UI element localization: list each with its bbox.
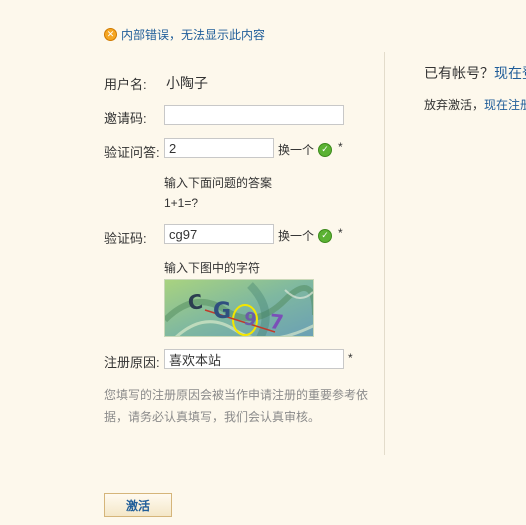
register-link[interactable]: 现在注册 xyxy=(484,98,526,112)
captcha-required-mark: * xyxy=(338,226,343,240)
svg-text:G: G xyxy=(213,299,231,324)
error-message: ✕ 内部错误，无法显示此内容 xyxy=(104,26,265,42)
username-value: 小陶子 xyxy=(166,75,208,91)
question-answer-input[interactable] xyxy=(164,138,274,158)
abandon-text: 放弃激活， xyxy=(424,98,485,112)
captcha-graphic: C G 9 7 xyxy=(165,280,313,336)
error-x-icon: ✕ xyxy=(104,27,117,41)
question-hint: 输入下面问题的答案 xyxy=(164,176,273,190)
captcha-label: 验证码: xyxy=(104,231,147,246)
captcha-swap-label: 换一个 xyxy=(278,229,315,243)
captcha-swap-button[interactable]: 换一个 ✓ xyxy=(278,227,333,244)
captcha-hint: 输入下图中的字符 xyxy=(164,261,261,275)
captcha-input[interactable] xyxy=(164,224,274,244)
question-label: 验证问答: xyxy=(104,145,160,160)
invite-code-label: 邀请码: xyxy=(104,111,147,126)
captcha-image[interactable]: C G 9 7 xyxy=(164,279,314,337)
error-text: 内部错误，无法显示此内容 xyxy=(121,27,266,42)
check-icon: ✓ xyxy=(318,228,333,243)
question-swap-button[interactable]: 换一个 ✓ xyxy=(278,141,333,158)
register-prompt: 放弃激活，现在注册 xyxy=(424,96,526,113)
reason-input[interactable] xyxy=(164,349,344,369)
reason-note: 您填写的注册原因会被当作申请注册的重要参考依据，请务必认真填写，我们会认真审核。 xyxy=(104,388,369,424)
question-text: 1+1=? xyxy=(164,196,199,210)
login-link[interactable]: 现在登 xyxy=(494,65,526,81)
login-prompt: 已有帐号？现在登 xyxy=(424,63,526,83)
username-label: 用户名: xyxy=(104,77,147,92)
check-icon: ✓ xyxy=(318,142,333,157)
question-required-mark: * xyxy=(338,140,343,154)
activate-button[interactable]: 激活 xyxy=(104,493,172,517)
has-account-text: 已有帐号？ xyxy=(424,65,494,81)
question-swap-label: 换一个 xyxy=(278,143,315,157)
invite-code-input[interactable] xyxy=(164,105,344,125)
reason-label: 注册原因: xyxy=(104,355,160,370)
column-divider xyxy=(384,52,385,455)
reason-required-mark: * xyxy=(348,351,353,365)
svg-text:7: 7 xyxy=(268,309,284,334)
